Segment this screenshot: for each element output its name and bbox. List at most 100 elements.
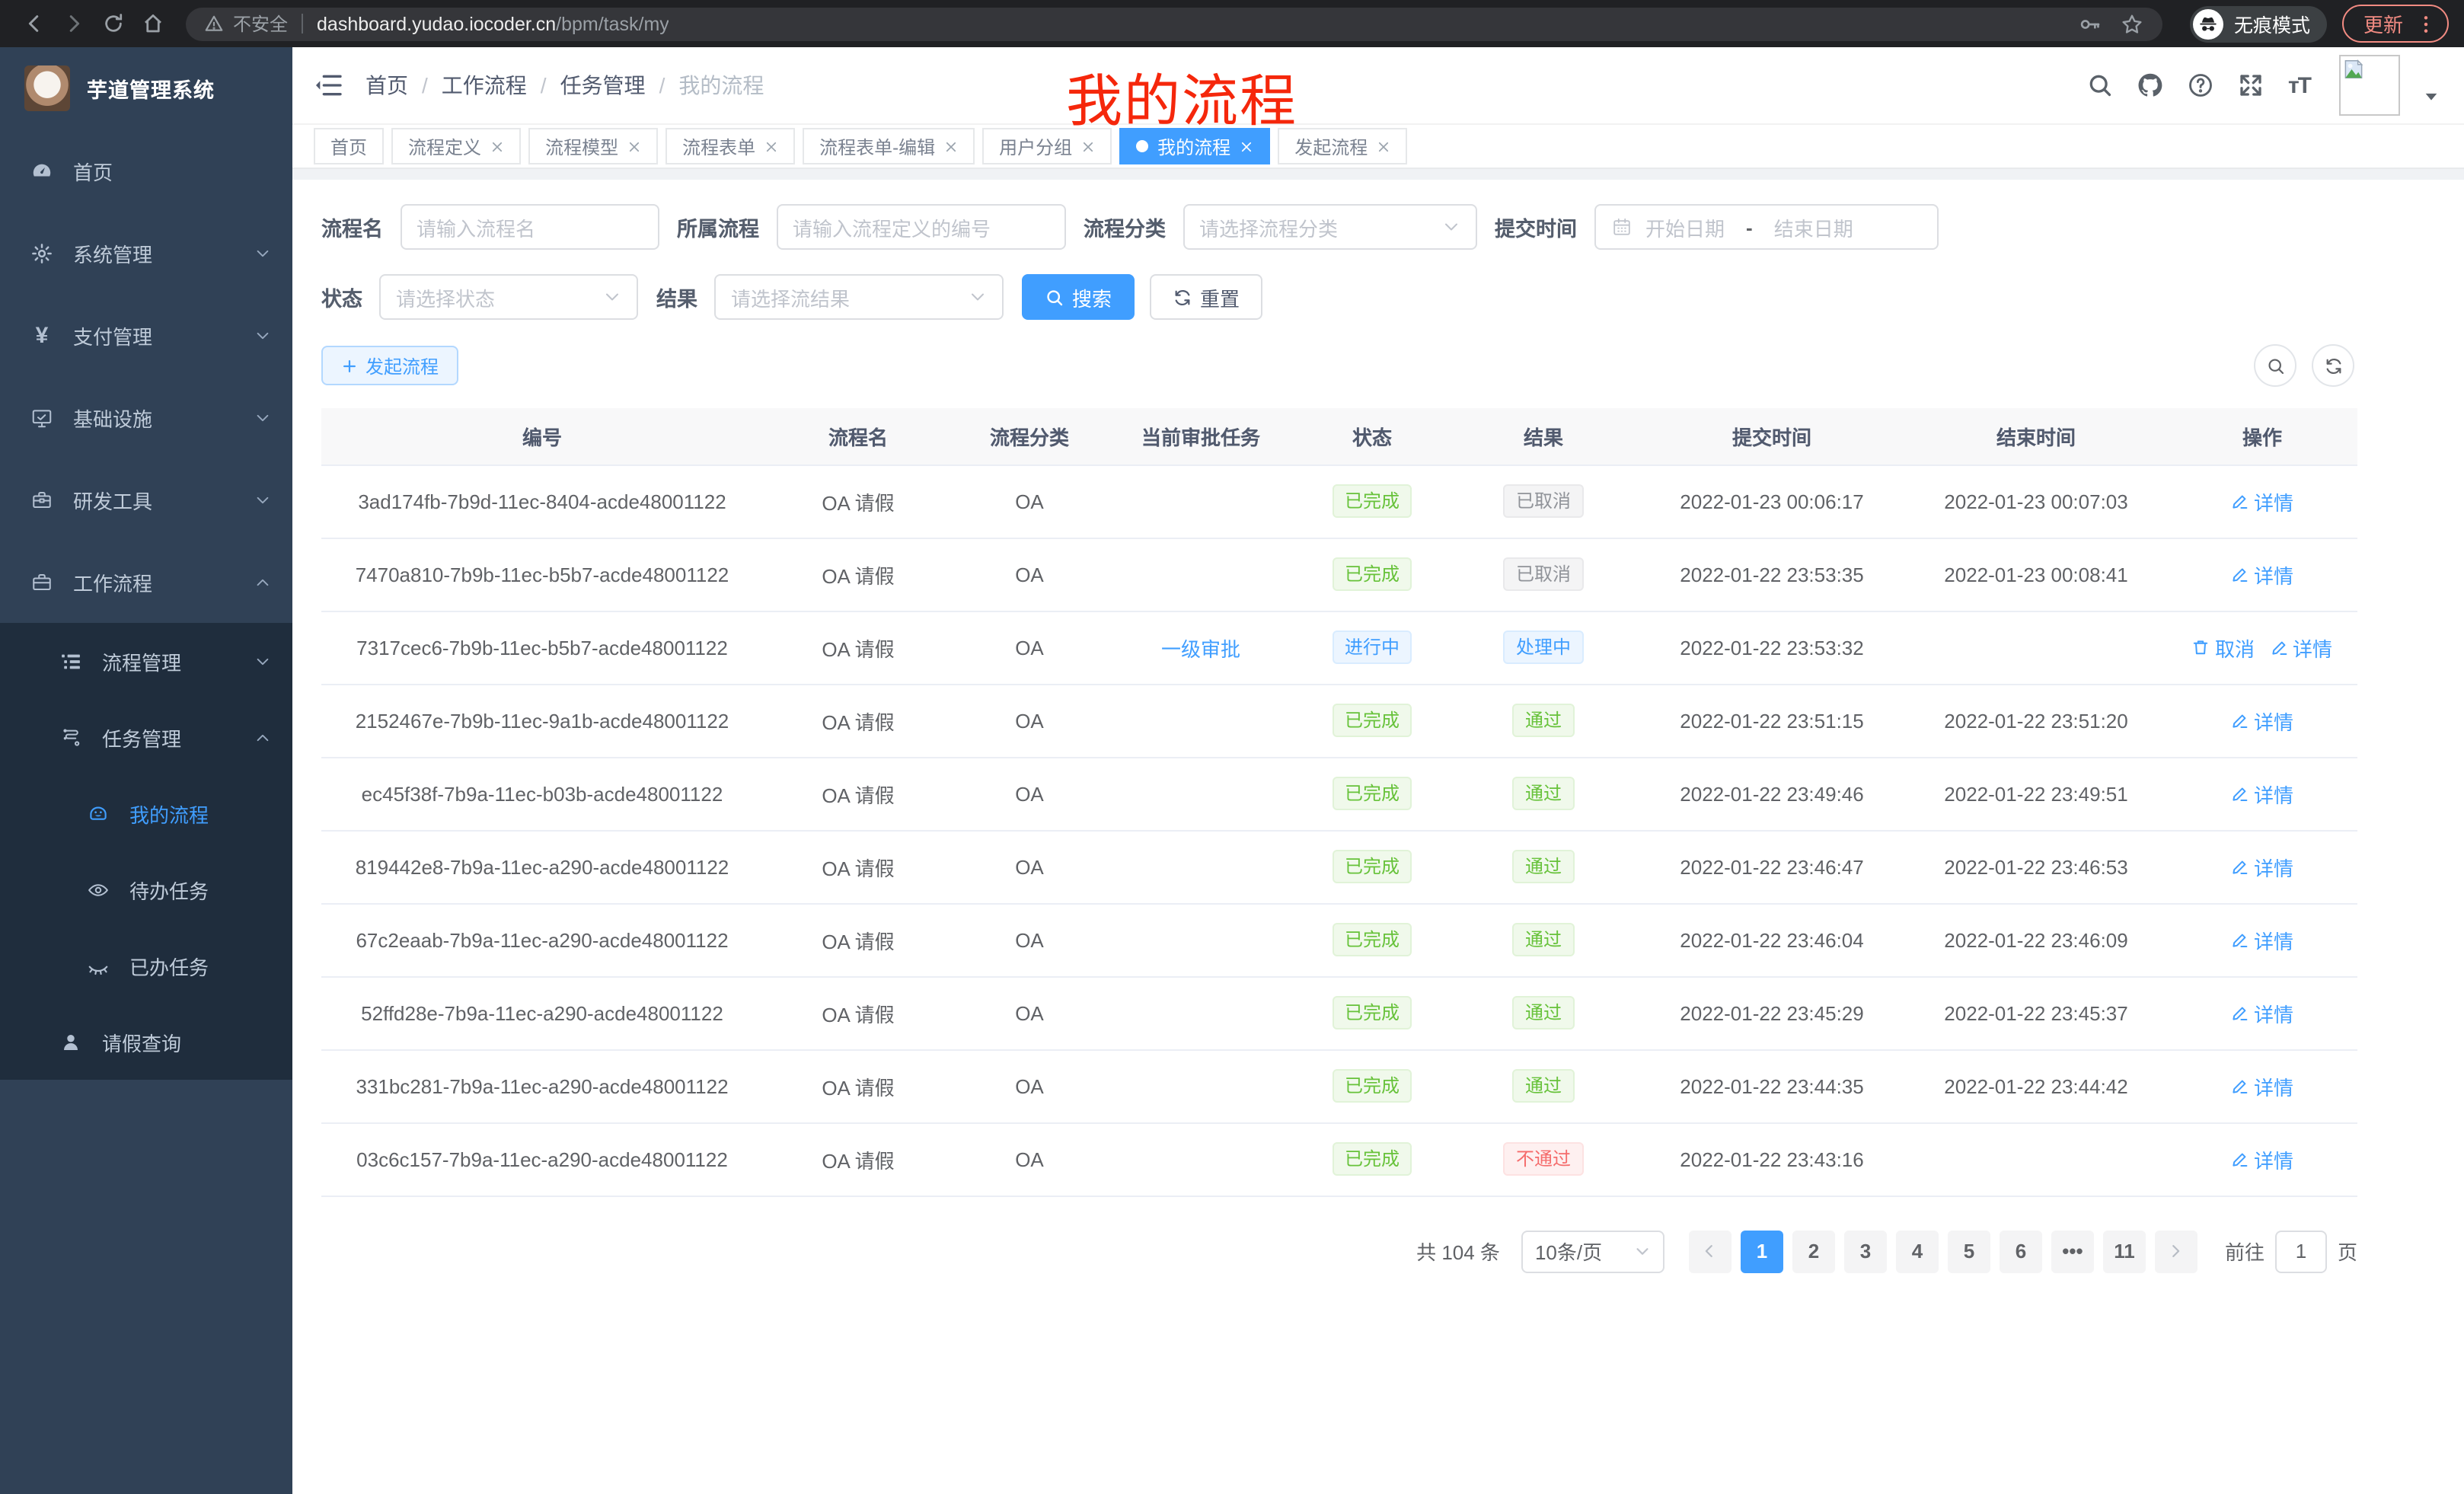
detail-action-link[interactable]: 详情 xyxy=(2231,998,2293,1027)
filter-input-流程名[interactable]: 请输入流程名 xyxy=(400,204,659,250)
eye-closed-icon xyxy=(87,954,110,977)
filter-select-状态[interactable]: 请选择状态 xyxy=(379,274,638,320)
close-tab-icon[interactable] xyxy=(764,139,778,153)
forward-icon[interactable] xyxy=(55,5,91,42)
page-button-11[interactable]: 11 xyxy=(2103,1230,2146,1272)
tab-首页[interactable]: 首页 xyxy=(314,128,384,164)
detail-action-link[interactable]: 详情 xyxy=(2231,1071,2293,1100)
cell-result: 已取消 xyxy=(1448,464,1639,538)
action-label: 详情 xyxy=(2254,779,2293,808)
tab-用户分组[interactable]: 用户分组 xyxy=(982,128,1112,164)
detail-action-link[interactable]: 详情 xyxy=(2231,852,2293,881)
tab-流程模型[interactable]: 流程模型 xyxy=(528,128,658,164)
search-button[interactable]: 搜索 xyxy=(1022,274,1135,320)
font-size-icon[interactable]: тT xyxy=(2288,72,2310,98)
detail-action-link[interactable]: 详情 xyxy=(2270,633,2332,662)
github-icon[interactable] xyxy=(2137,72,2165,99)
back-icon[interactable] xyxy=(15,5,52,42)
tab-流程表单[interactable]: 流程表单 xyxy=(665,128,795,164)
app-logo-row[interactable]: 芋道管理系统 xyxy=(0,47,292,129)
cancel-action-link[interactable]: 取消 xyxy=(2192,633,2255,662)
next-page-button[interactable] xyxy=(2155,1230,2197,1272)
page-button-5[interactable]: 5 xyxy=(1948,1230,1990,1272)
close-tab-icon[interactable] xyxy=(627,139,641,153)
cell-end-time: 2022-01-23 00:08:41 xyxy=(1905,538,2167,611)
sidebar-item-流程管理[interactable]: 流程管理 xyxy=(0,623,292,699)
search-icon[interactable] xyxy=(2087,72,2115,99)
action-label: 详情 xyxy=(2254,487,2293,516)
end-date-placeholder[interactable]: 结束日期 xyxy=(1774,212,1853,241)
browser-menu-icon[interactable] xyxy=(2415,13,2437,34)
fullscreen-icon[interactable] xyxy=(2238,72,2265,99)
goto-page-input[interactable] xyxy=(2275,1230,2327,1272)
avatar-caret-icon[interactable] xyxy=(2423,88,2440,104)
page-button-6[interactable]: 6 xyxy=(2000,1230,2042,1272)
tab-流程表单-编辑[interactable]: 流程表单-编辑 xyxy=(803,128,975,164)
filter-select-结果[interactable]: 请选择流结果 xyxy=(714,274,1004,320)
help-icon[interactable] xyxy=(2188,72,2215,99)
cell-process-id: 2152467e-7b9b-11ec-9a1b-acde48001122 xyxy=(321,684,763,757)
filter-select-流程分类[interactable]: 请选择流程分类 xyxy=(1183,204,1476,250)
current-task-link[interactable]: 一级审批 xyxy=(1161,637,1240,660)
reset-button[interactable]: 重置 xyxy=(1150,274,1262,320)
page-button-2[interactable]: 2 xyxy=(1792,1230,1835,1272)
sidebar-item-请假查询[interactable]: 请假查询 xyxy=(0,1004,292,1080)
security-chip[interactable]: 不安全 xyxy=(204,11,288,37)
close-tab-icon[interactable] xyxy=(1081,139,1095,153)
page-button-1[interactable]: 1 xyxy=(1741,1230,1783,1272)
cell-process-id: 3ad174fb-7b9d-11ec-8404-acde48001122 xyxy=(321,464,763,538)
sidebar-item-基础设施[interactable]: 基础设施 xyxy=(0,376,292,458)
home-icon[interactable] xyxy=(134,5,171,42)
page-button-3[interactable]: 3 xyxy=(1844,1230,1887,1272)
breadcrumb-item[interactable]: 工作流程 xyxy=(442,70,527,101)
date-range-picker[interactable]: 开始日期-结束日期 xyxy=(1594,204,1938,250)
sidebar-item-我的流程[interactable]: 我的流程 xyxy=(0,775,292,851)
detail-action-link[interactable]: 详情 xyxy=(2231,560,2293,589)
prev-page-button[interactable] xyxy=(1689,1230,1732,1272)
sidebar-item-任务管理[interactable]: 任务管理 xyxy=(0,699,292,775)
detail-action-link[interactable]: 详情 xyxy=(2231,706,2293,735)
page-button-4[interactable]: 4 xyxy=(1896,1230,1939,1272)
refresh-table-button[interactable] xyxy=(2312,344,2354,387)
create-process-button[interactable]: 发起流程 xyxy=(321,346,458,385)
filter-input-所属流程[interactable]: 请输入流程定义的编号 xyxy=(776,204,1065,250)
close-tab-icon[interactable] xyxy=(944,139,958,153)
cell-submit-time: 2022-01-22 23:49:46 xyxy=(1639,757,1905,830)
breadcrumb-item[interactable]: 首页 xyxy=(365,70,408,101)
sidebar-item-label: 请假查询 xyxy=(102,1027,271,1056)
reload-icon[interactable] xyxy=(94,5,131,42)
cell-end-time: 2022-01-22 23:44:42 xyxy=(1905,1049,2167,1122)
close-tab-icon[interactable] xyxy=(490,139,504,153)
cell-actions: 详情 xyxy=(2167,830,2357,903)
bookmark-star-icon[interactable] xyxy=(2120,11,2144,36)
tab-我的流程[interactable]: 我的流程 xyxy=(1119,128,1270,164)
sidebar-item-工作流程[interactable]: 工作流程 xyxy=(0,541,292,623)
key-icon[interactable] xyxy=(2077,11,2102,36)
page-size-select[interactable]: 10条/页 xyxy=(1521,1230,1664,1272)
update-button[interactable]: 更新 xyxy=(2342,5,2449,43)
tab-流程定义[interactable]: 流程定义 xyxy=(391,128,521,164)
close-tab-icon[interactable] xyxy=(1240,139,1253,153)
sidebar-item-系统管理[interactable]: 系统管理 xyxy=(0,212,292,294)
sidebar-item-研发工具[interactable]: 研发工具 xyxy=(0,458,292,541)
sidebar-item-已办任务[interactable]: 已办任务 xyxy=(0,927,292,1004)
detail-action-link[interactable]: 详情 xyxy=(2231,1144,2293,1173)
address-bar[interactable]: 不安全 dashboard.yudao.iocoder.cn/bpm/task/… xyxy=(186,7,2162,40)
sidebar-item-支付管理[interactable]: ¥支付管理 xyxy=(0,294,292,376)
start-date-placeholder[interactable]: 开始日期 xyxy=(1645,212,1725,241)
table-row: 52ffd28e-7b9a-11ec-a290-acde48001122OA 请… xyxy=(321,976,2357,1049)
breadcrumb-item[interactable]: 任务管理 xyxy=(560,70,646,101)
detail-action-link[interactable]: 详情 xyxy=(2231,779,2293,808)
tab-发起流程[interactable]: 发起流程 xyxy=(1278,128,1407,164)
detail-action-link[interactable]: 详情 xyxy=(2231,487,2293,516)
collapse-sidebar-icon[interactable] xyxy=(314,70,344,101)
detail-action-link[interactable]: 详情 xyxy=(2231,925,2293,954)
sidebar-item-首页[interactable]: 首页 xyxy=(0,129,292,212)
cell-process-id: 52ffd28e-7b9a-11ec-a290-acde48001122 xyxy=(321,976,763,1049)
toggle-search-button[interactable] xyxy=(2254,344,2296,387)
sidebar-item-待办任务[interactable]: 待办任务 xyxy=(0,851,292,927)
close-tab-icon[interactable] xyxy=(1377,139,1390,153)
page-ellipsis[interactable]: ••• xyxy=(2051,1230,2094,1272)
avatar[interactable] xyxy=(2339,55,2400,116)
cell-process-category: OA xyxy=(953,976,1106,1049)
